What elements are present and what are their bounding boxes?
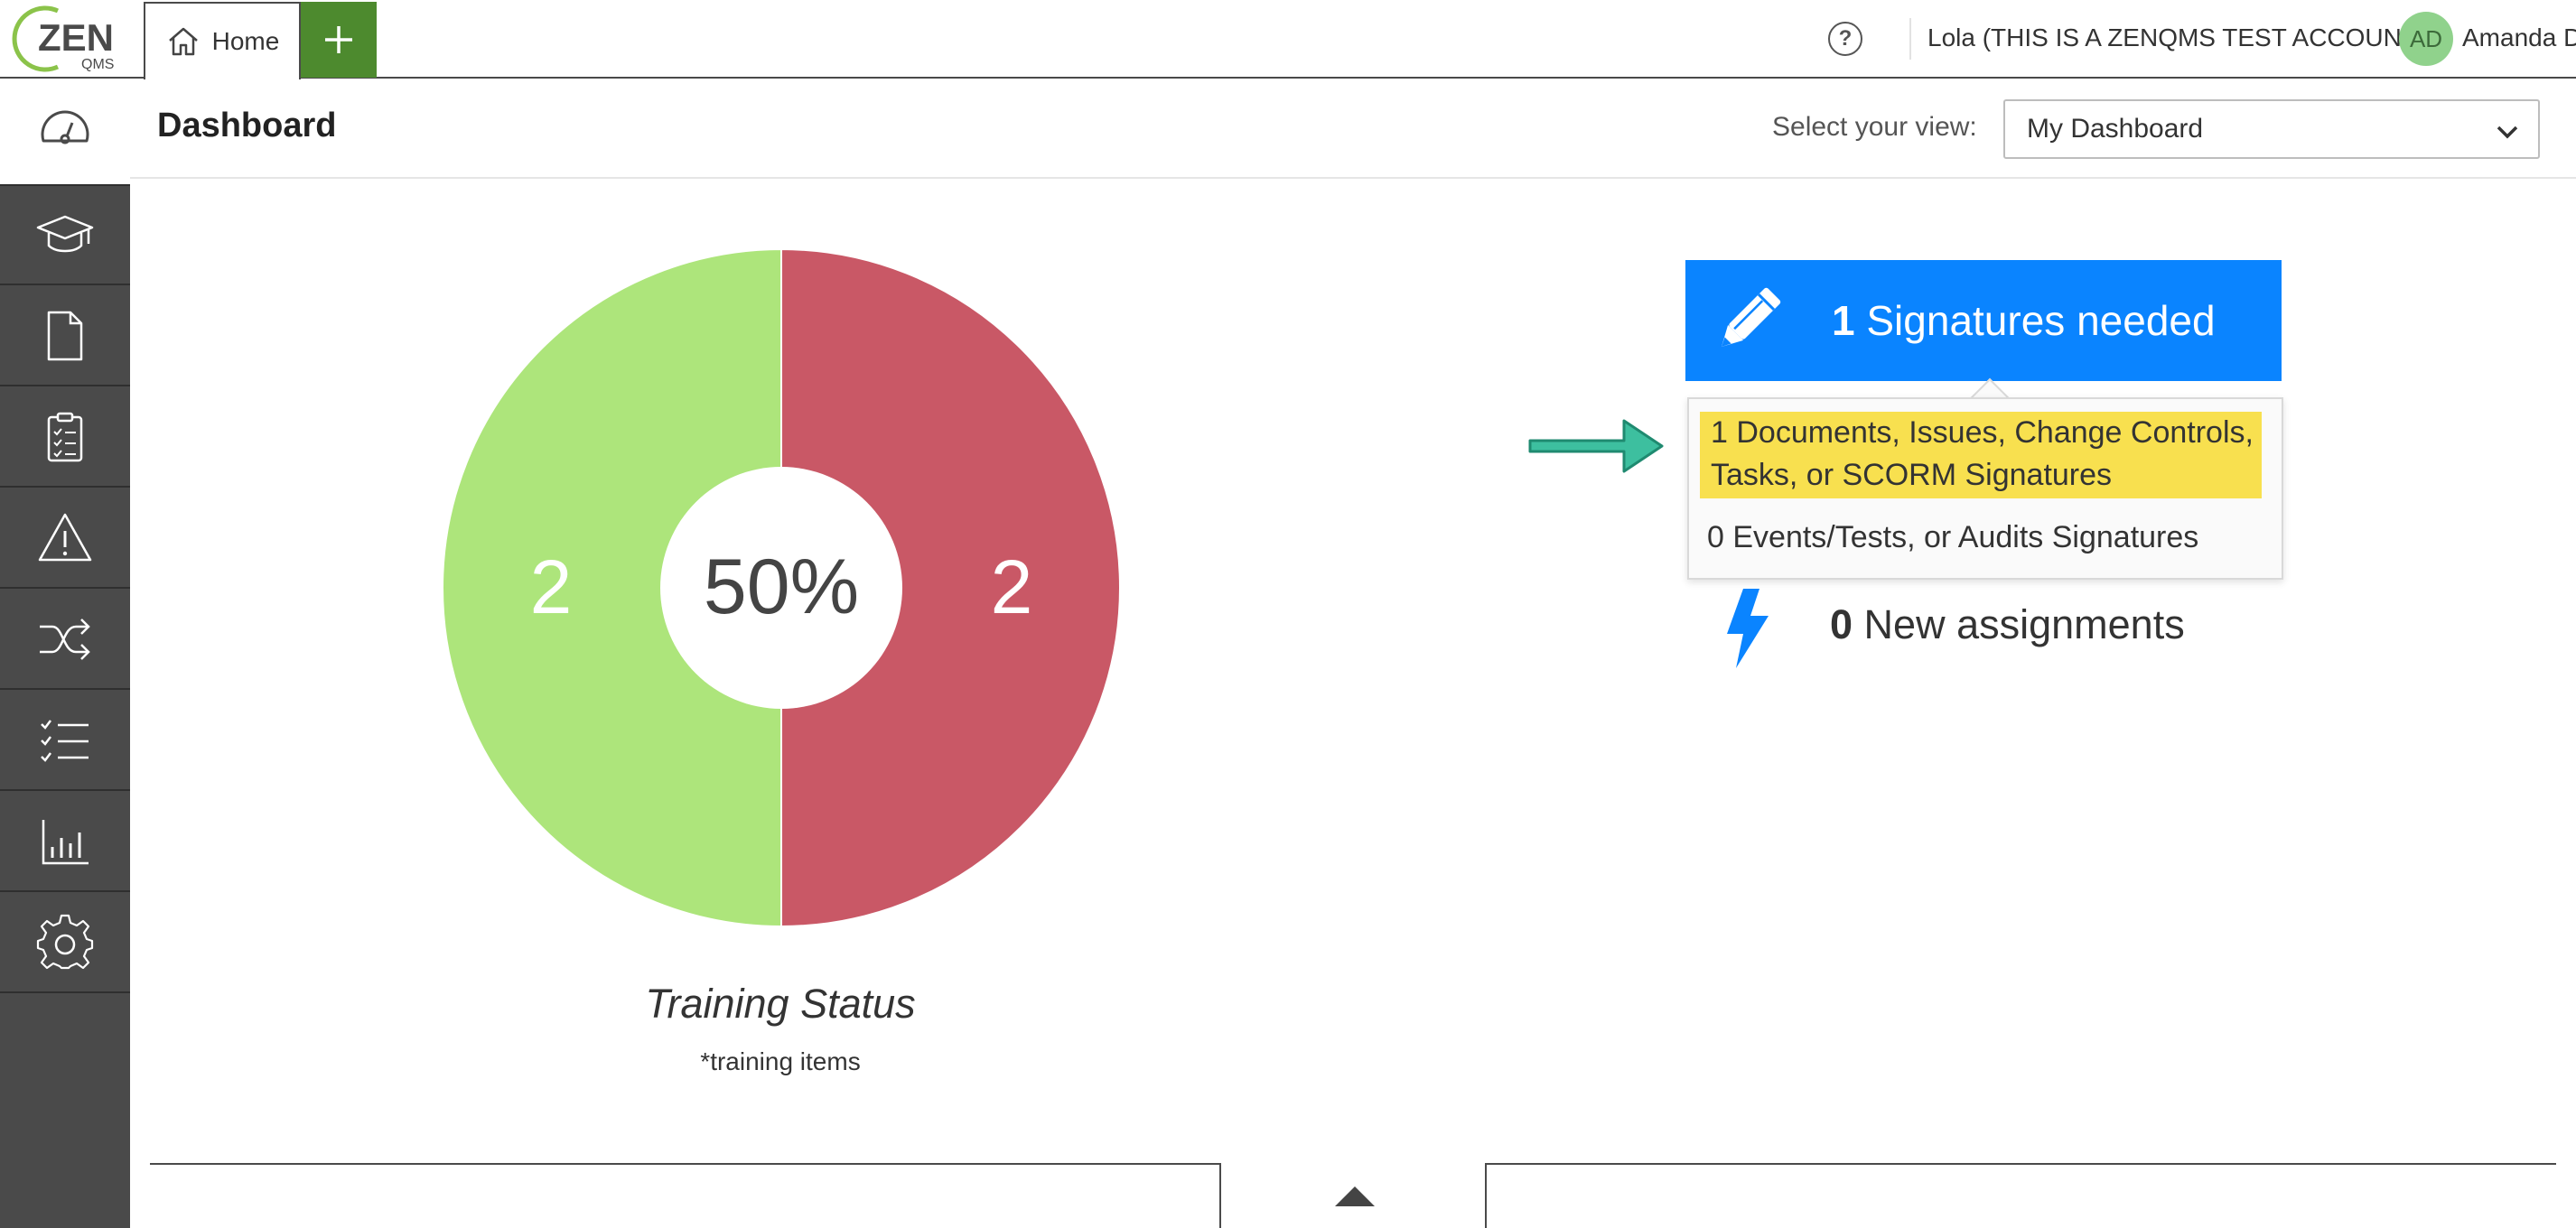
help-button[interactable]: ?: [1828, 22, 1862, 56]
bar-chart-icon: [42, 820, 89, 865]
signatures-dropdown: 1 Documents, Issues, Change Controls, Ta…: [1687, 397, 2283, 580]
sidebar-item-dashboard[interactable]: [0, 79, 130, 186]
sidebar-item-settings[interactable]: [0, 894, 130, 993]
svg-text:ZEN: ZEN: [38, 16, 114, 59]
signatures-label: Signatures needed: [1866, 297, 2216, 344]
tab-home-label: Home: [211, 27, 280, 55]
sidebar-item-training[interactable]: [0, 186, 130, 285]
plus-icon: [325, 26, 352, 53]
training-status-chart: 50% 2 2: [442, 247, 1121, 928]
shuffle-icon: [40, 619, 90, 660]
checklist-icon: [41, 720, 89, 762]
sidebar: [0, 79, 130, 1228]
document-icon: [47, 311, 83, 361]
account-name[interactable]: Lola (THIS IS A ZENQMS TEST ACCOUNT): [1927, 23, 2425, 52]
pencil-icon: [1722, 287, 1781, 347]
view-select-label: Select your view:: [1772, 112, 1977, 142]
avatar[interactable]: AD: [2399, 12, 2453, 66]
chart-center-label: 50%: [704, 544, 859, 630]
collapse-panel-button[interactable]: [1219, 1163, 1487, 1228]
pointer-arrow-icon: [1528, 419, 1664, 473]
lightning-bolt-icon: [1727, 589, 1769, 668]
sidebar-item-change-controls[interactable]: [0, 591, 130, 690]
sidebar-item-audits[interactable]: [0, 388, 130, 488]
chart-title: Training Status: [645, 981, 916, 1027]
view-select-value: My Dashboard: [2027, 114, 2204, 144]
add-tab-button[interactable]: [301, 2, 377, 78]
assignments-count: 0: [1830, 601, 1853, 647]
question-circle-icon: ?: [1838, 26, 1853, 51]
page-title: Dashboard: [157, 107, 337, 144]
clipboard-checklist-icon: [47, 412, 83, 462]
top-bar: ZEN QMS Home ? Lola (THIS IS A ZENQMS TE…: [0, 0, 2576, 79]
sidebar-item-tasks[interactable]: [0, 692, 130, 791]
signatures-needed-label: 1 Signatures needed: [1832, 296, 2216, 345]
warning-triangle-icon: [38, 513, 92, 562]
new-assignments-label: 0 New assignments: [1830, 601, 2185, 648]
sidebar-item-documents[interactable]: [0, 287, 130, 386]
user-name[interactable]: Amanda D: [2462, 23, 2576, 52]
view-select[interactable]: My Dashboard: [2003, 99, 2540, 159]
header-divider: [130, 177, 2576, 179]
caret-up-icon: [1335, 1186, 1375, 1206]
svg-text:QMS: QMS: [81, 57, 114, 72]
graduation-cap-icon: [36, 215, 94, 253]
signatures-documents-item[interactable]: 1 Documents, Issues, Change Controls, Ta…: [1700, 412, 2262, 498]
topbar-divider: [1909, 18, 1911, 60]
dashboard-gauge-icon: [41, 110, 89, 144]
chevron-down-icon: [2497, 126, 2518, 139]
new-assignments-button[interactable]: 0 New assignments: [1716, 587, 2258, 677]
chart-subtitle: *training items: [700, 1047, 861, 1075]
pie-slice-label-0: 2: [530, 544, 573, 629]
signatures-events-item[interactable]: 0 Events/Tests, or Audits Signatures: [1707, 520, 2198, 555]
signatures-needed-button[interactable]: 1 Signatures needed: [1685, 260, 2282, 381]
sidebar-item-issues[interactable]: [0, 489, 130, 589]
gear-icon: [36, 914, 94, 970]
zenqms-logo[interactable]: ZEN QMS: [11, 2, 126, 76]
signatures-count: 1: [1832, 297, 1855, 344]
pie-slice-label-1: 2: [991, 544, 1033, 629]
home-icon: [168, 27, 198, 56]
tab-home[interactable]: Home: [144, 2, 301, 79]
sidebar-item-reports[interactable]: [0, 793, 130, 892]
assignments-label: New assignments: [1863, 601, 2185, 647]
